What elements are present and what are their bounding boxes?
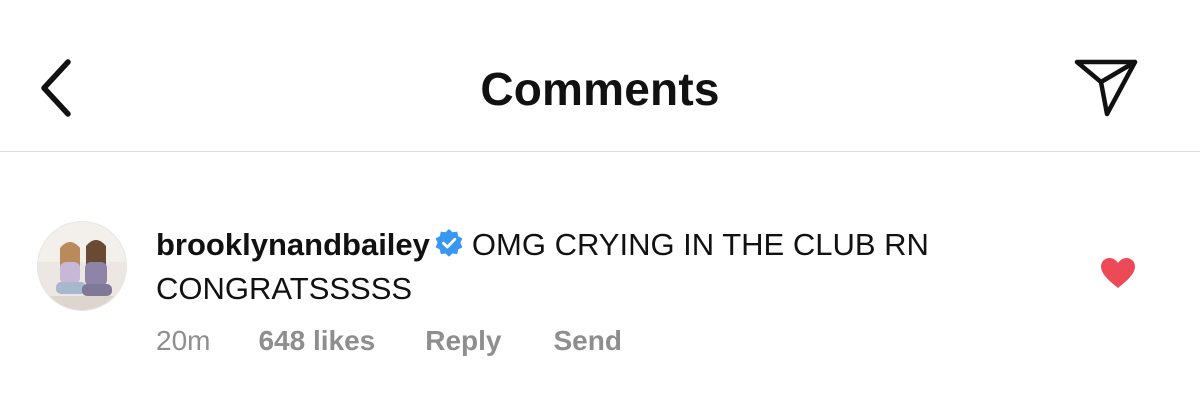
comment-username[interactable]: brooklynandbailey (156, 227, 430, 262)
verified-badge-icon (435, 229, 463, 257)
comment-text-block: brooklynandbailey OMG CRYING IN THE CLUB… (156, 223, 1056, 311)
avatar[interactable] (38, 222, 126, 310)
comment-timestamp: 20m (156, 325, 211, 356)
paper-plane-icon (1074, 59, 1138, 117)
avatar-photo (38, 222, 126, 310)
comment-item: brooklynandbailey OMG CRYING IN THE CLUB… (0, 153, 1200, 408)
share-button[interactable] (1068, 50, 1144, 126)
heart-filled-icon (1101, 258, 1135, 288)
send-button[interactable]: Send (554, 323, 622, 359)
likes-count-link[interactable]: 648 likes (258, 323, 375, 359)
like-button[interactable] (1096, 253, 1140, 293)
header-bar: Comments (0, 0, 1200, 152)
reply-button[interactable]: Reply (425, 323, 501, 359)
comment-meta: 20m 648 likes Reply Send (156, 323, 622, 359)
page-title: Comments (480, 63, 720, 115)
